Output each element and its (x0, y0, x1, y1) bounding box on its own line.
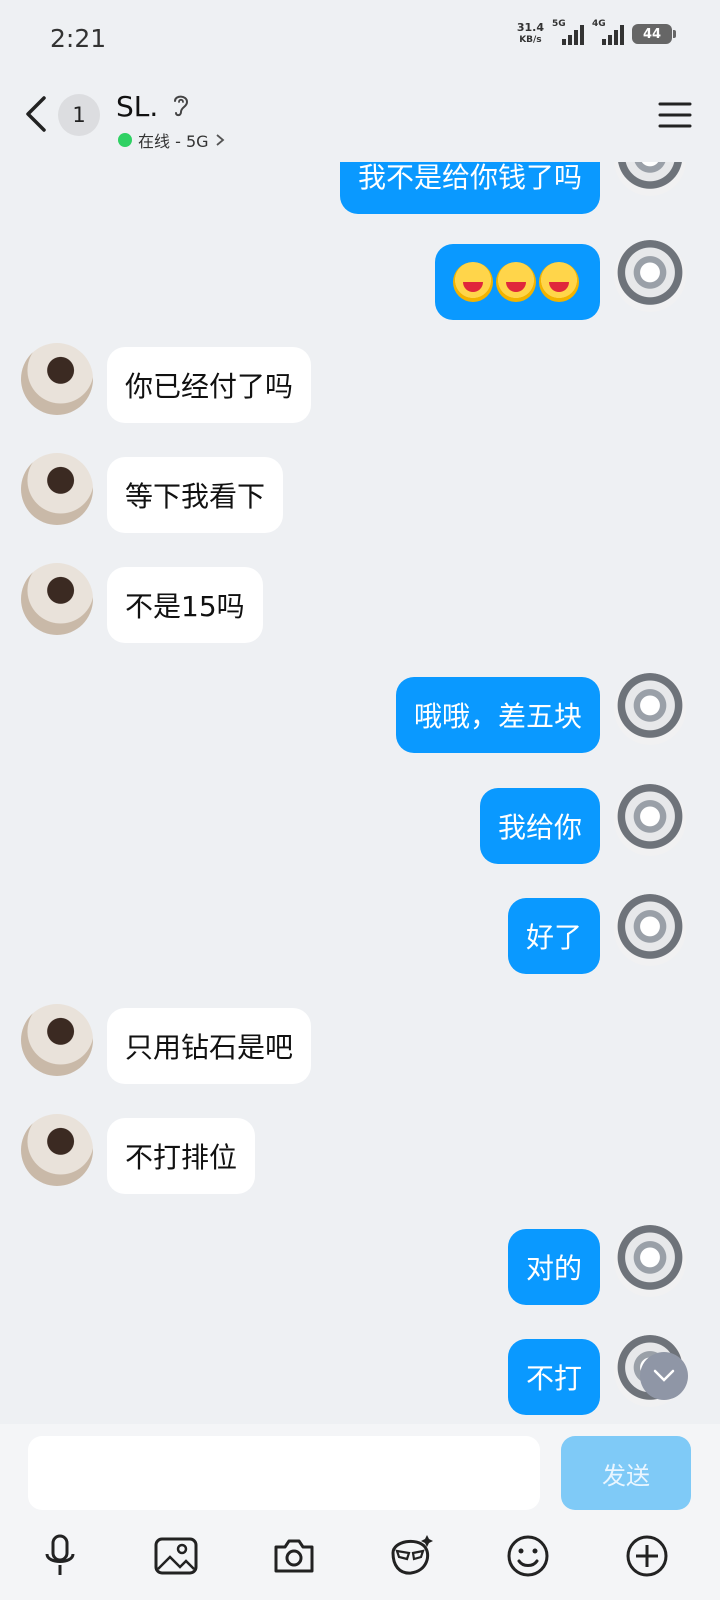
presence-text: 在线 - 5G (138, 132, 209, 151)
chevron-down-icon (653, 1369, 675, 1382)
contact-avatar[interactable] (21, 1004, 93, 1076)
my-message-bubble[interactable]: 哦哦，差五块 (395, 677, 600, 753)
microphone-icon[interactable] (32, 1528, 88, 1584)
contact-message-bubble[interactable]: 不是15吗 (107, 567, 263, 643)
contact-avatar[interactable] (21, 563, 93, 635)
message-list[interactable]: 我不是给你钱了吗 你已经付了吗 等下我看下 不是15吗 哦哦，差五块 我给你 好… (0, 0, 720, 1424)
ear-icon[interactable] (170, 92, 192, 118)
contact-avatar[interactable] (21, 1114, 93, 1186)
contact-avatar[interactable] (21, 453, 93, 525)
contact-message-bubble[interactable]: 等下我看下 (107, 457, 284, 533)
my-avatar[interactable] (614, 1225, 686, 1297)
my-message-bubble[interactable]: 好了 (507, 898, 600, 974)
send-button[interactable]: 发送 (561, 1436, 691, 1510)
my-emoji-bubble[interactable] (435, 244, 600, 320)
contact-message-bubble[interactable]: 不打排位 (107, 1118, 256, 1194)
online-dot-icon (118, 133, 132, 147)
my-message-bubble[interactable]: 不打 (507, 1339, 600, 1415)
my-avatar[interactable] (614, 240, 686, 312)
contact-avatar[interactable] (21, 343, 93, 415)
scroll-to-bottom-button[interactable] (640, 1352, 688, 1400)
emoji-icon[interactable] (500, 1528, 556, 1584)
plus-icon[interactable] (619, 1528, 675, 1584)
sticker-face-icon[interactable] (382, 1528, 438, 1584)
laugh-cry-emoji-icon (453, 262, 493, 302)
chevron-right-icon (215, 134, 224, 146)
camera-icon[interactable] (266, 1528, 322, 1584)
contact-message-bubble[interactable]: 只用钻石是吧 (107, 1008, 312, 1084)
image-icon[interactable] (148, 1528, 204, 1584)
input-bar: 发送 (0, 1424, 720, 1600)
my-avatar[interactable] (614, 894, 686, 966)
unread-count-badge[interactable]: 1 (58, 94, 100, 136)
message-input[interactable] (28, 1436, 540, 1510)
contact-message-bubble[interactable]: 你已经付了吗 (107, 347, 312, 423)
my-avatar[interactable] (614, 673, 686, 745)
laugh-cry-emoji-icon (496, 262, 536, 302)
laugh-cry-emoji-icon (539, 262, 579, 302)
menu-icon[interactable] (658, 100, 692, 130)
contact-name[interactable]: SL. (116, 90, 158, 123)
my-avatar[interactable] (614, 784, 686, 856)
my-message-bubble[interactable]: 我给你 (479, 788, 600, 864)
my-message-bubble[interactable]: 对的 (507, 1229, 600, 1305)
input-toolbar (0, 1528, 720, 1588)
chat-header: 1 SL. 在线 - 5G (0, 78, 720, 162)
back-arrow-icon[interactable] (22, 92, 52, 136)
presence-status[interactable]: 在线 - 5G (118, 128, 225, 152)
